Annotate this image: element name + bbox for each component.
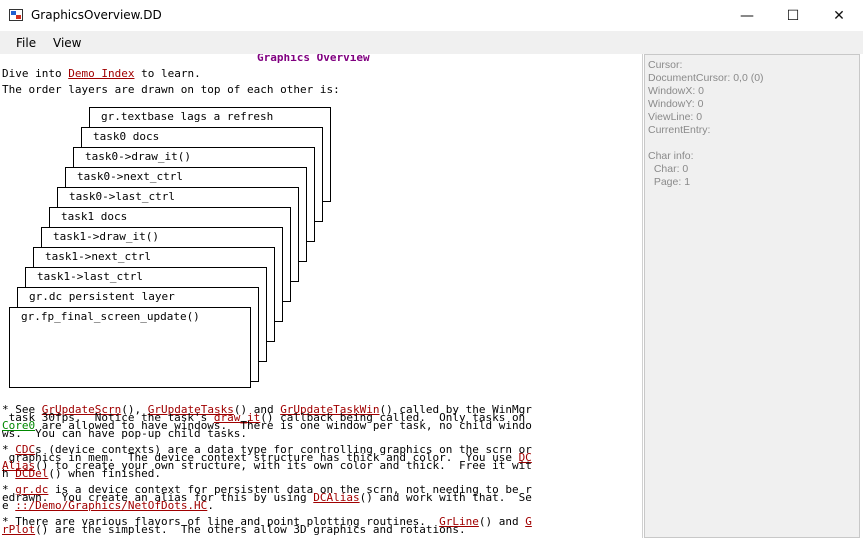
app-icon: [9, 9, 23, 21]
layer-label: task1->last_ctrl: [37, 270, 143, 283]
netofdots-link[interactable]: ::/Demo/Graphics/NetOfDots.HC: [15, 499, 207, 512]
layer-label: task0->last_ctrl: [69, 190, 175, 203]
grplot-link[interactable]: G: [525, 515, 532, 528]
layer-box: gr.fp_final_screen_update(): [9, 307, 251, 388]
page-label: Page: 1: [648, 176, 691, 188]
window-y-label: WindowY: 0: [648, 98, 704, 110]
window-title: GraphicsOverview.DD: [31, 8, 162, 22]
para1-line4: ws. You can have pop-up child tasks.: [2, 427, 248, 440]
close-icon: ✕: [833, 7, 845, 24]
para3-line3: e ::/Demo/Graphics/NetOfDots.HC.: [2, 499, 214, 512]
layer-label: gr.fp_final_screen_update(): [21, 310, 200, 323]
para2-line4: h DCDel() when finished.: [2, 467, 161, 480]
document-view[interactable]: Graphics Overview Dive into Demo Index t…: [0, 54, 643, 538]
layer-label: task0->draw_it(): [85, 150, 191, 163]
info-panel: Cursor: DocumentCursor: 0,0 (0) WindowX:…: [644, 54, 860, 538]
layer-label: task1->draw_it(): [53, 230, 159, 243]
doc-heading: Graphics Overview: [257, 54, 370, 64]
layer-label: task0 docs: [93, 130, 160, 143]
minimize-icon: —: [740, 7, 754, 24]
layer-label: gr.dc persistent layer: [29, 290, 175, 303]
menu-file[interactable]: File: [16, 36, 36, 50]
maximize-icon: ☐: [786, 7, 800, 24]
char-info-label: Char info:: [648, 150, 694, 162]
maximize-button[interactable]: ☐: [770, 0, 816, 31]
cursor-label: Cursor:: [648, 59, 683, 71]
menu-bar: File View: [0, 31, 863, 54]
dcdel-link[interactable]: DCDel: [15, 467, 48, 480]
menu-view[interactable]: View: [53, 36, 81, 50]
dcalias-link-2[interactable]: DCAlias: [313, 491, 359, 504]
view-line-label: ViewLine: 0: [648, 111, 703, 123]
grplot-link-cont[interactable]: rPlot: [2, 523, 35, 536]
layer-label: gr.textbase lags a refresh: [101, 110, 274, 123]
window-x-label: WindowX: 0: [648, 85, 705, 97]
layer-label: task1->next_ctrl: [45, 250, 151, 263]
close-button[interactable]: ✕: [816, 0, 862, 31]
demo-index-link[interactable]: Demo Index: [68, 67, 134, 80]
document-cursor-label: DocumentCursor: 0,0 (0): [648, 72, 764, 84]
layer-label: task0->next_ctrl: [77, 170, 183, 183]
current-entry-label: CurrentEntry:: [648, 124, 711, 136]
char-label: Char: 0: [648, 163, 689, 175]
title-bar: GraphicsOverview.DD — ☐ ✕: [0, 0, 863, 31]
intro-line-1: Dive into Demo Index to learn.: [2, 67, 201, 80]
intro-line-2: The order layers are drawn on top of eac…: [2, 83, 340, 96]
para4-line2: rPlot() are the simplest. The others all…: [2, 523, 466, 536]
minimize-button[interactable]: —: [724, 0, 770, 31]
layer-label: task1 docs: [61, 210, 128, 223]
